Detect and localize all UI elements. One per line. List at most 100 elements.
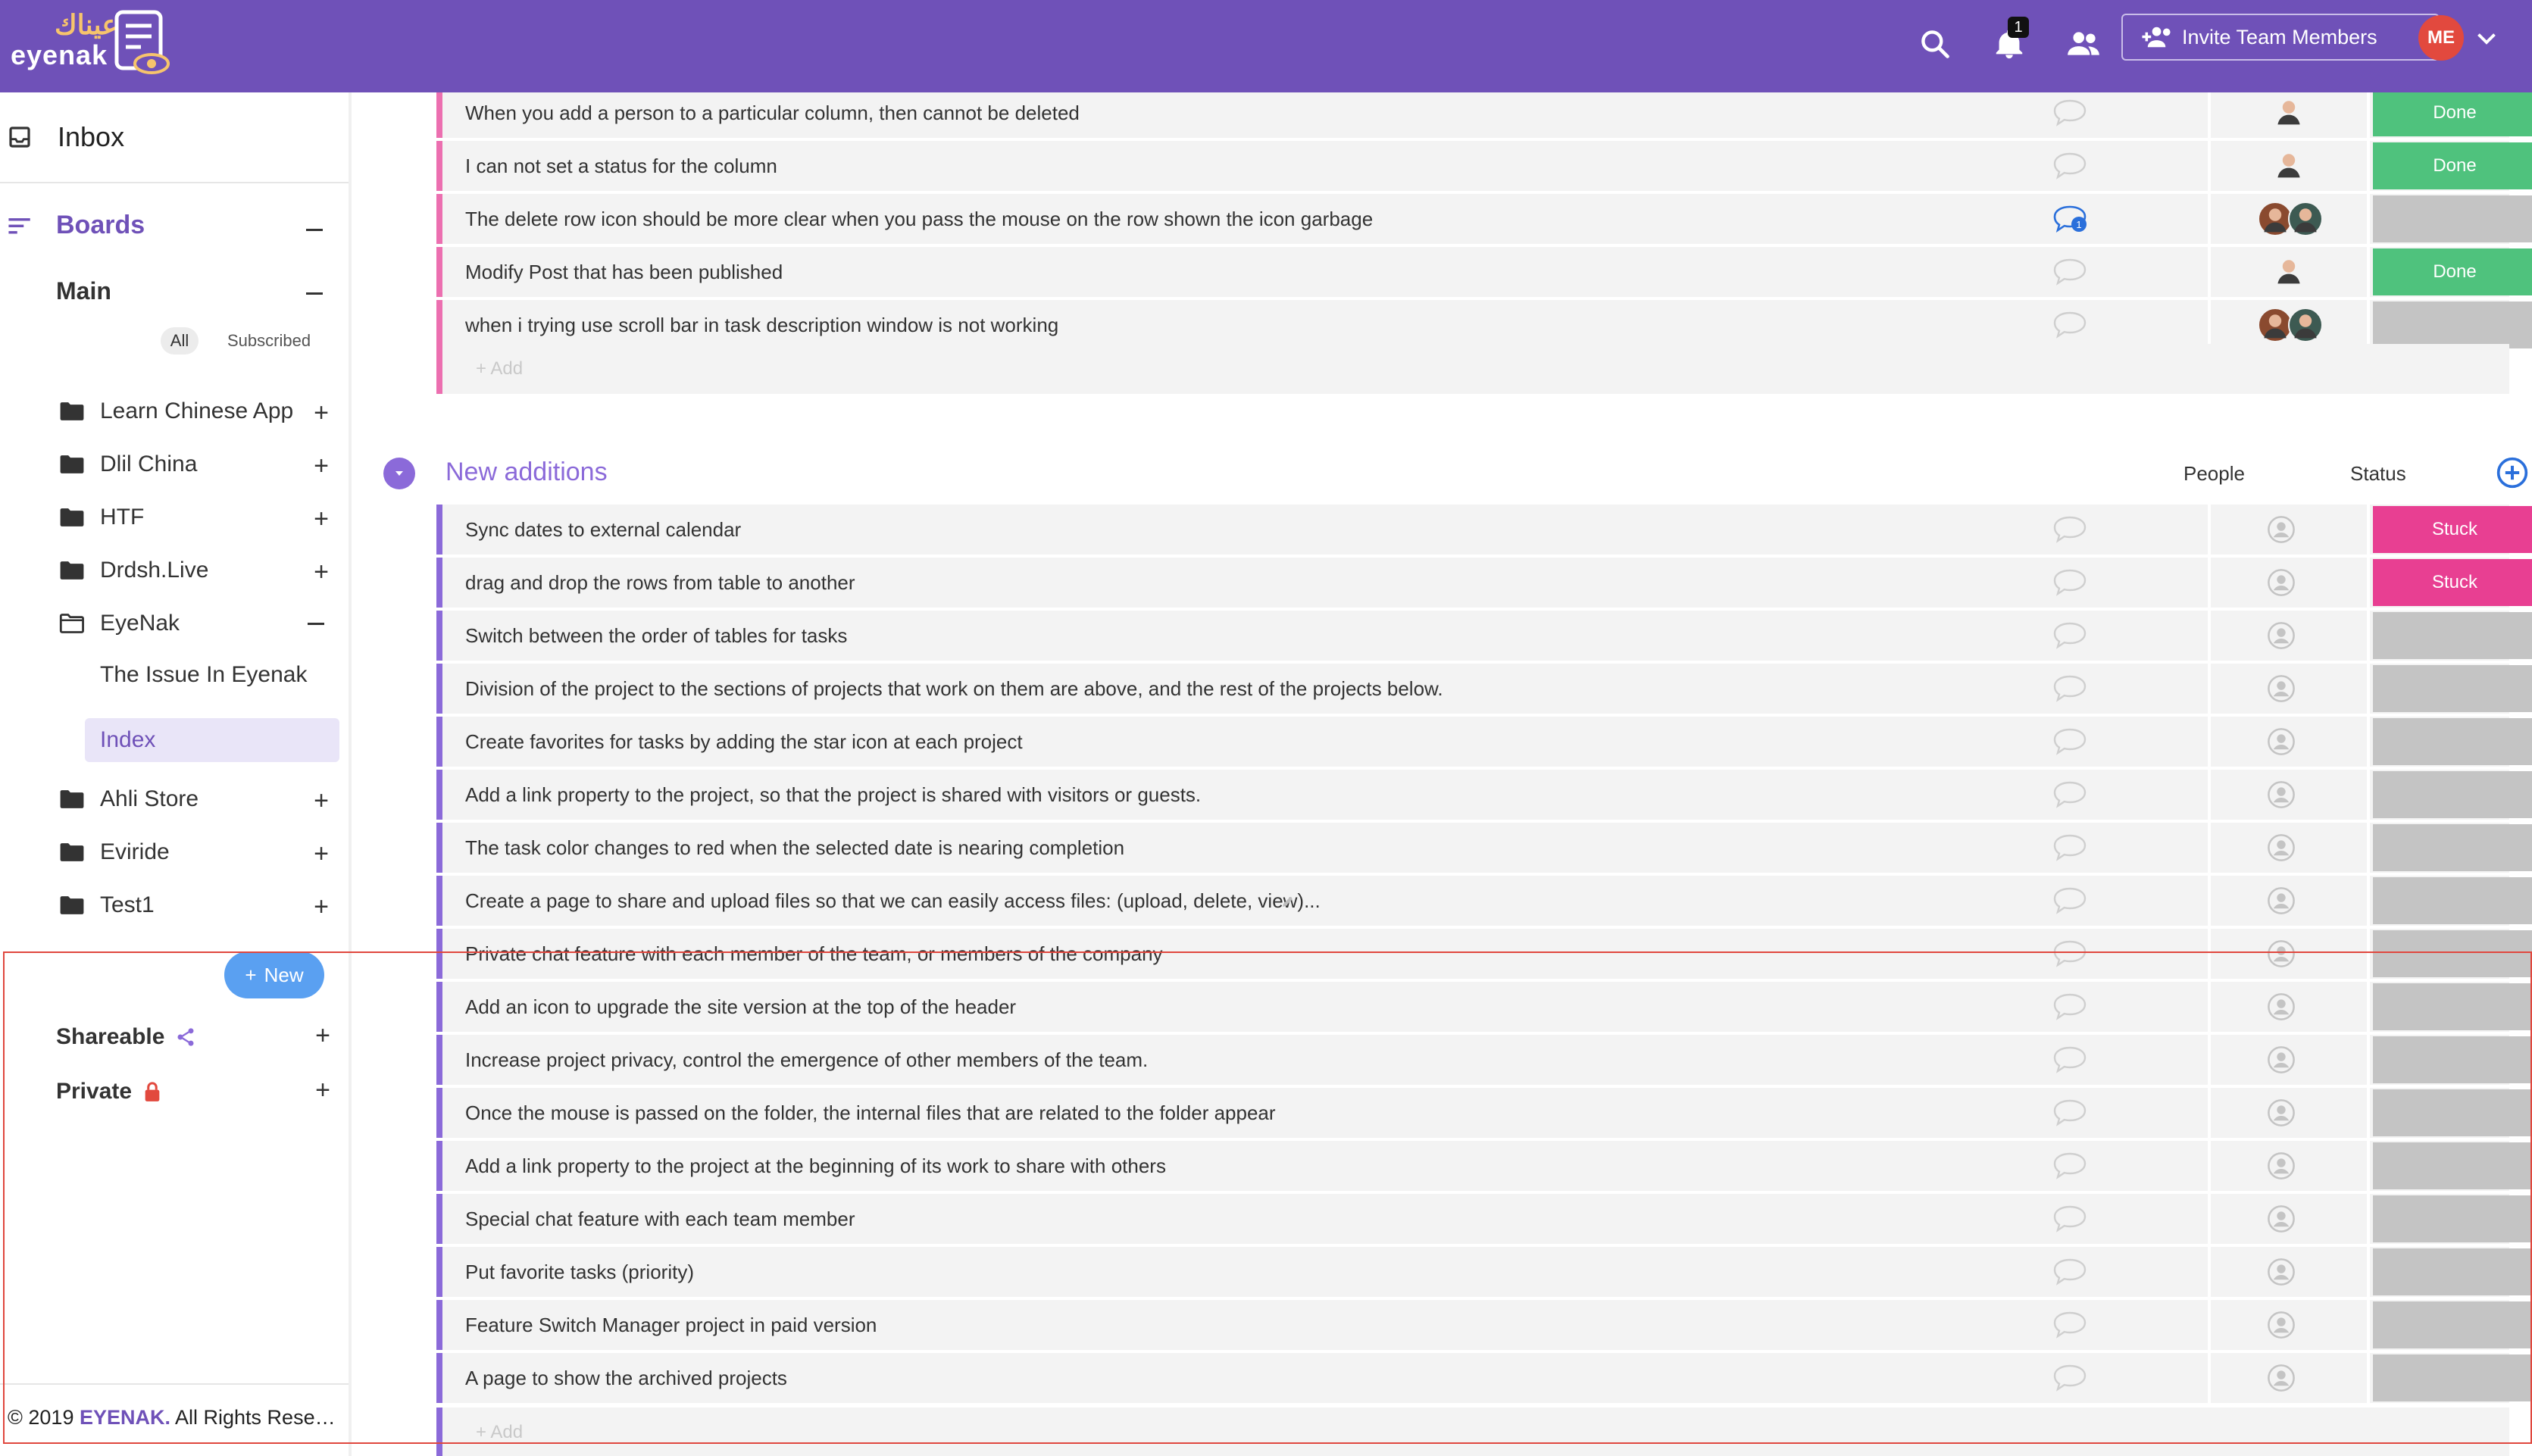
task-row[interactable]: Add an icon to upgrade the site version … [436, 982, 2532, 1032]
board-the-issue-in-eyenak[interactable]: The Issue In Eyenak [85, 653, 339, 697]
comment-bubble-icon[interactable] [2052, 258, 2088, 288]
collapse-boards-icon[interactable] [306, 229, 323, 231]
status-cell[interactable] [2373, 1089, 2532, 1136]
comment-bubble-icon[interactable] [2052, 1364, 2088, 1394]
unassigned-person-icon[interactable] [2267, 1364, 2296, 1392]
task-title[interactable]: Add a link property to the project, so t… [465, 770, 1201, 820]
status-cell[interactable]: Done [2373, 248, 2532, 295]
task-row[interactable]: The delete row icon should be more clear… [436, 194, 2532, 244]
collapse-main-icon[interactable] [306, 292, 323, 295]
comment-bubble-icon[interactable] [2052, 515, 2088, 545]
task-title[interactable]: Modify Post that has been published [465, 247, 783, 297]
task-title[interactable]: Create a page to share and upload files … [465, 876, 1321, 926]
task-row[interactable]: Division of the project to the sections … [436, 664, 2532, 714]
add-shareable-icon[interactable]: + [315, 1021, 330, 1051]
assignee-avatar[interactable] [2288, 308, 2323, 342]
task-row[interactable]: Create favorites for tasks by adding the… [436, 717, 2532, 767]
unassigned-person-icon[interactable] [2267, 568, 2296, 597]
status-cell[interactable] [2373, 302, 2532, 348]
comment-bubble-icon[interactable] [2052, 833, 2088, 864]
folder-eviride[interactable]: Eviride + [59, 833, 341, 871]
unassigned-person-icon[interactable] [2267, 1258, 2296, 1286]
chevron-down-icon[interactable] [2473, 24, 2500, 52]
comment-bubble-icon[interactable] [2052, 621, 2088, 651]
unassigned-person-icon[interactable] [2267, 515, 2296, 544]
task-row[interactable]: Sync dates to external calendar Stuck [436, 505, 2532, 555]
eyenak-logo[interactable]: عيناك eyenak [11, 8, 170, 83]
status-cell[interactable] [2373, 612, 2532, 659]
comment-bubble-icon[interactable] [2052, 992, 2088, 1023]
add-task-row[interactable]: + Add [436, 344, 2509, 394]
comment-bubble-icon[interactable] [2052, 152, 2088, 182]
add-to-folder-icon[interactable]: + [314, 398, 329, 428]
add-to-folder-icon[interactable]: + [314, 839, 329, 869]
add-to-folder-icon[interactable]: + [314, 505, 329, 534]
status-cell[interactable]: Done [2373, 142, 2532, 189]
assignee-avatar[interactable] [2273, 95, 2308, 130]
folder-htf[interactable]: HTF + [59, 498, 341, 536]
boards-section-header[interactable]: Boards [8, 211, 341, 240]
search-icon[interactable] [1908, 17, 1962, 71]
status-cell[interactable] [2373, 877, 2532, 924]
task-title[interactable]: Put favorite tasks (priority) [465, 1247, 694, 1297]
task-title[interactable]: The delete row icon should be more clear… [465, 194, 1373, 244]
edit-pencil-icon[interactable] [1280, 894, 1296, 909]
comment-bubble-icon[interactable] [2052, 568, 2088, 598]
comment-bubble-icon[interactable] [2052, 98, 2088, 129]
comment-bubble-icon[interactable] [2052, 780, 2088, 811]
task-title[interactable]: Once the mouse is passed on the folder, … [465, 1088, 1276, 1138]
status-cell[interactable] [2373, 1142, 2532, 1189]
task-row[interactable]: The task color changes to red when the s… [436, 823, 2532, 873]
comment-bubble-icon[interactable] [2052, 1204, 2088, 1235]
user-avatar[interactable]: ME [2418, 15, 2464, 61]
copyright-brand-link[interactable]: EYENAK. [80, 1406, 170, 1429]
assignee-avatar[interactable] [2273, 255, 2308, 289]
task-row[interactable]: Special chat feature with each team memb… [436, 1194, 2532, 1244]
unassigned-person-icon[interactable] [2267, 727, 2296, 756]
add-column-icon[interactable] [2496, 456, 2529, 489]
folder-ahli-store[interactable]: Ahli Store + [59, 780, 341, 818]
shareable-section[interactable]: Shareable + [56, 1018, 342, 1056]
task-title[interactable]: Private chat feature with each member of… [465, 929, 1163, 979]
sidebar-item-inbox[interactable]: Inbox [8, 121, 124, 153]
task-row[interactable]: When you add a person to a particular co… [436, 92, 2532, 138]
task-row[interactable]: Add a link property to the project at th… [436, 1141, 2532, 1191]
unassigned-person-icon[interactable] [2267, 1151, 2296, 1180]
unassigned-person-icon[interactable] [2267, 1204, 2296, 1233]
status-cell[interactable] [2373, 718, 2532, 765]
task-title[interactable]: When you add a person to a particular co… [465, 92, 1080, 138]
task-row[interactable]: when i trying use scroll bar in task des… [436, 300, 2532, 350]
group-collapse-toggle[interactable] [383, 458, 415, 489]
status-cell[interactable] [2373, 1036, 2532, 1083]
board-index-active[interactable]: Index [85, 718, 339, 762]
task-title[interactable]: Add an icon to upgrade the site version … [465, 982, 1016, 1032]
status-cell[interactable] [2373, 195, 2532, 242]
notifications-bell-icon[interactable]: 1 [1982, 17, 2037, 71]
add-private-icon[interactable]: + [315, 1076, 330, 1105]
column-header-status[interactable]: Status [2350, 462, 2406, 486]
filter-subscribed-tab[interactable]: Subscribed [227, 327, 311, 355]
unassigned-person-icon[interactable] [2267, 1045, 2296, 1074]
comment-bubble-icon[interactable] [2052, 674, 2088, 705]
folder-learn-chinese-app[interactable]: Learn Chinese App + [59, 392, 341, 430]
add-task-row[interactable]: + Add [436, 1408, 2509, 1456]
folder-dlil-china[interactable]: Dlil China + [59, 445, 341, 483]
add-to-folder-icon[interactable]: + [314, 892, 329, 922]
folder-eyenak[interactable]: EyeNak [59, 605, 341, 642]
task-title[interactable]: when i trying use scroll bar in task des… [465, 300, 1058, 350]
assignee-avatar[interactable] [2273, 148, 2308, 183]
private-section[interactable]: Private + [56, 1073, 342, 1111]
unassigned-person-icon[interactable] [2267, 1098, 2296, 1127]
status-cell[interactable] [2373, 771, 2532, 818]
comment-bubble-icon[interactable] [2052, 727, 2088, 758]
task-row[interactable]: Increase project privacy, control the em… [436, 1035, 2532, 1085]
task-title[interactable]: Create favorites for tasks by adding the… [465, 717, 1023, 767]
comment-bubble-icon[interactable] [2052, 1098, 2088, 1129]
task-title[interactable]: drag and drop the rows from table to ano… [465, 558, 855, 608]
task-row[interactable]: Add a link property to the project, so t… [436, 770, 2532, 820]
status-cell[interactable] [2373, 1248, 2532, 1295]
task-row[interactable]: drag and drop the rows from table to ano… [436, 558, 2532, 608]
column-header-people[interactable]: People [2183, 462, 2245, 486]
task-row[interactable]: A page to show the archived projects [436, 1353, 2532, 1403]
task-title[interactable]: A page to show the archived projects [465, 1353, 787, 1403]
